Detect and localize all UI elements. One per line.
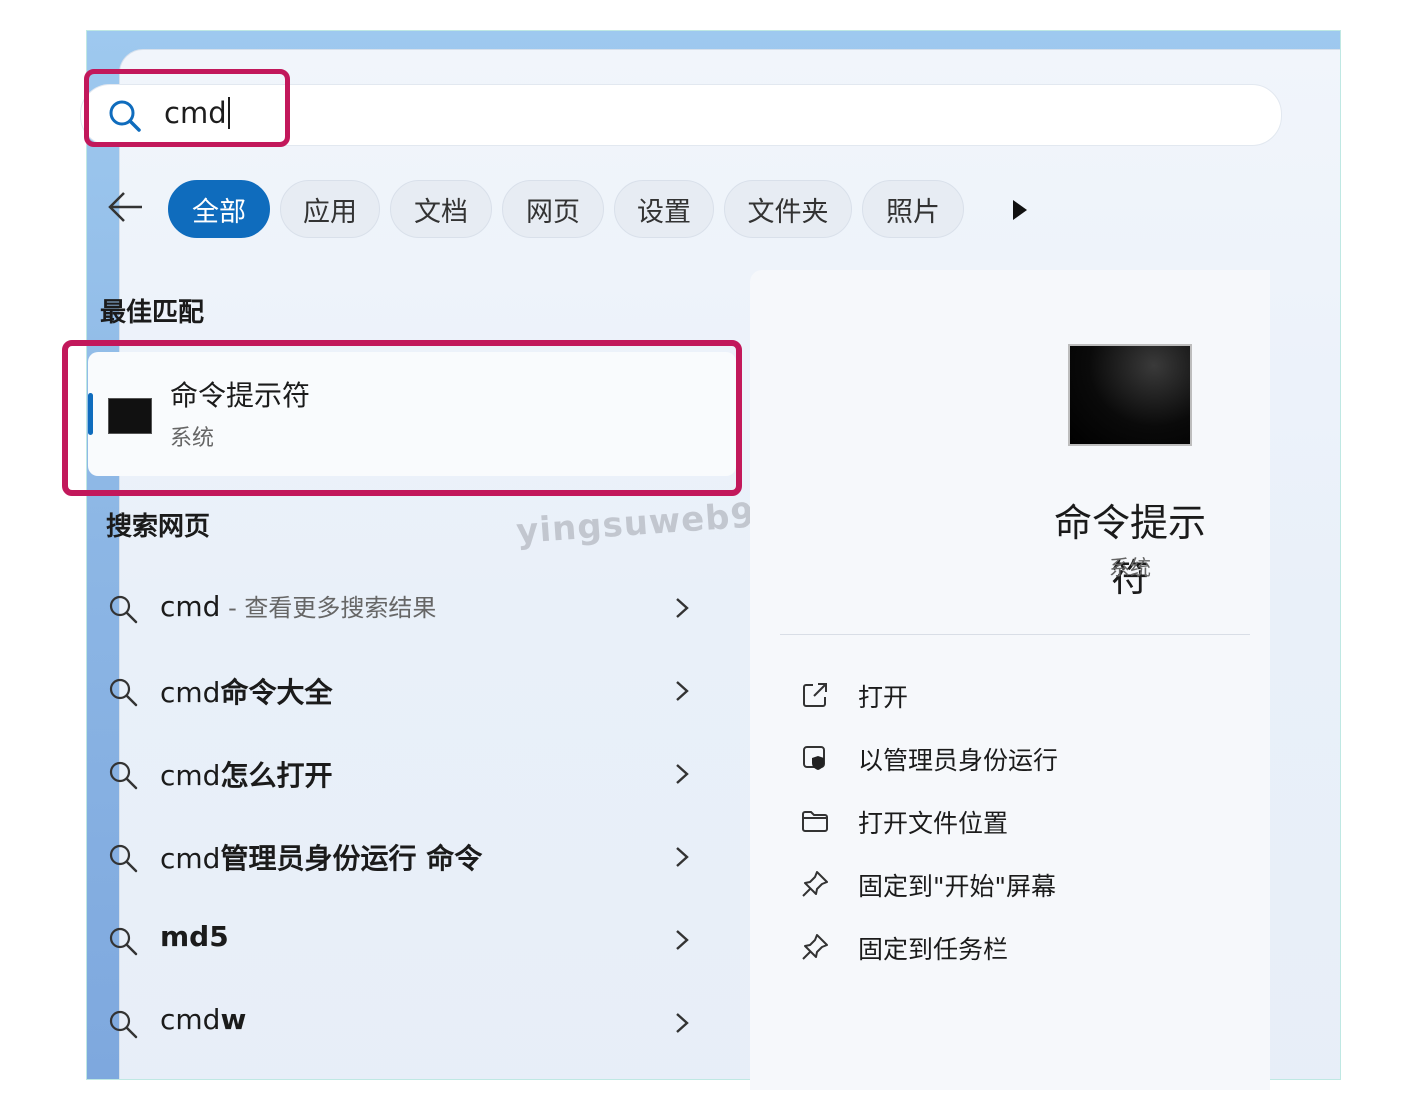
chevron-right-icon bbox=[676, 847, 689, 867]
search-icon bbox=[109, 1010, 138, 1039]
best-match-heading: 最佳匹配 bbox=[100, 298, 205, 328]
action-pin-to-start-label: 固定到"开始"屏幕 bbox=[858, 872, 1056, 901]
open-external-icon bbox=[803, 683, 827, 707]
action-run-as-admin[interactable]: 以管理员身份运行 bbox=[800, 739, 1200, 779]
web-search-item-text: cmd - 查看更多搜索结果 bbox=[160, 590, 437, 623]
filter-folders[interactable]: 文件夹 bbox=[724, 180, 852, 238]
pin-icon bbox=[802, 871, 828, 897]
action-open-label: 打开 bbox=[858, 683, 909, 712]
web-search-item[interactable]: md5 bbox=[108, 918, 698, 962]
action-open-file-location-label: 打开文件位置 bbox=[858, 809, 1009, 838]
back-arrow-icon[interactable] bbox=[106, 190, 146, 224]
search-icon bbox=[109, 927, 138, 956]
web-search-heading: 搜索网页 bbox=[106, 512, 211, 542]
web-search-item-text: cmd命令大全 bbox=[160, 676, 333, 709]
chevron-right-icon bbox=[676, 1013, 689, 1033]
action-run-as-admin-label: 以管理员身份运行 bbox=[858, 746, 1059, 775]
filter-documents[interactable]: 文档 bbox=[390, 180, 492, 238]
web-search-item-text: md5 bbox=[160, 920, 229, 953]
search-icon bbox=[109, 761, 138, 790]
chevron-right-icon bbox=[676, 930, 689, 950]
highlight-box-best-match bbox=[62, 340, 742, 496]
filter-settings[interactable]: 设置 bbox=[614, 180, 714, 238]
filter-web[interactable]: 网页 bbox=[502, 180, 604, 238]
action-pin-to-taskbar-label: 固定到任务栏 bbox=[858, 935, 1009, 964]
preview-title: 命令提示符 bbox=[1053, 501, 1206, 600]
web-search-item-text: cmd管理员身份运行 命令 bbox=[160, 842, 483, 875]
search-icon bbox=[109, 595, 138, 624]
highlight-box-search bbox=[84, 69, 290, 147]
web-search-item-text: cmdw bbox=[160, 1003, 247, 1036]
chevron-right-icon bbox=[676, 764, 689, 784]
preview-subtitle: 系统 bbox=[1109, 556, 1151, 580]
pin-icon bbox=[802, 934, 828, 960]
action-pin-to-start[interactable]: 固定到"开始"屏幕 bbox=[800, 865, 1200, 905]
chevron-right-icon bbox=[676, 681, 689, 701]
web-search-item[interactable]: cmdw bbox=[108, 1001, 698, 1045]
web-search-item[interactable]: cmd - 查看更多搜索结果 bbox=[108, 586, 698, 630]
web-search-item-text: cmd怎么打开 bbox=[160, 759, 333, 792]
filter-photos[interactable]: 照片 bbox=[862, 180, 964, 238]
web-search-item[interactable]: cmd管理员身份运行 命令 bbox=[108, 835, 698, 879]
search-icon bbox=[109, 844, 138, 873]
shield-admin-icon bbox=[803, 746, 825, 770]
preview-divider bbox=[780, 634, 1250, 635]
search-icon bbox=[109, 678, 138, 707]
web-search-item[interactable]: cmd命令大全 bbox=[108, 669, 698, 713]
chevron-right-icon bbox=[676, 598, 689, 618]
filter-apps[interactable]: 应用 bbox=[280, 180, 380, 238]
folder-icon bbox=[802, 811, 828, 832]
action-open-file-location[interactable]: 打开文件位置 bbox=[800, 802, 1200, 842]
web-search-item[interactable]: cmd怎么打开 bbox=[108, 752, 698, 796]
more-filters-arrow-icon[interactable] bbox=[1010, 198, 1030, 222]
action-open[interactable]: 打开 bbox=[800, 676, 1200, 716]
filter-all[interactable]: 全部 bbox=[168, 180, 270, 238]
action-pin-to-taskbar[interactable]: 固定到任务栏 bbox=[800, 928, 1200, 968]
command-prompt-large-icon bbox=[1068, 344, 1192, 446]
